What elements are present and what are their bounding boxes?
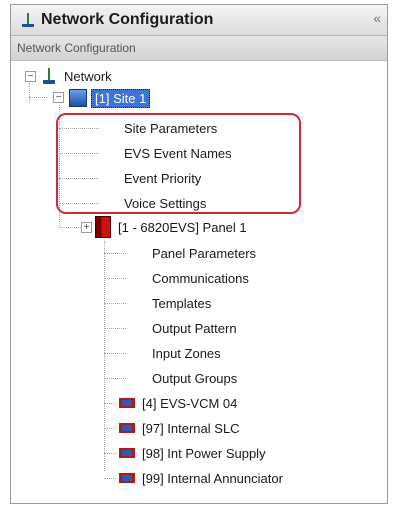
tree-node-label: [97] Internal SLC <box>142 420 240 436</box>
tree-item-evs-event-names[interactable]: EVS Event Names <box>121 142 235 164</box>
tree-connector <box>29 97 47 98</box>
tree-connector <box>59 178 99 179</box>
tree-node-label: [98] Int Power Supply <box>142 445 266 461</box>
tree-node-label: [1 - 6820EVS] Panel 1 <box>118 219 247 235</box>
title-bar: Network Configuration « <box>11 5 387 36</box>
tree-node-label: Panel Parameters <box>152 245 257 261</box>
tree-node-label: EVS Event Names <box>124 145 232 161</box>
network-configuration-window: Network Configuration « Network Configur… <box>10 4 388 504</box>
device-icon <box>119 445 135 461</box>
tab-label: Network Configuration <box>17 41 136 55</box>
tree-node-label: Communications <box>152 270 249 286</box>
tree-connector <box>104 353 126 354</box>
tree-connector <box>59 227 81 228</box>
tree-connector <box>59 128 99 129</box>
tree-connector <box>104 303 126 304</box>
tree-device-int-power-supply[interactable]: [98] Int Power Supply <box>119 442 269 464</box>
tree-device-internal-slc[interactable]: [97] Internal SLC <box>119 417 243 439</box>
tree-device-internal-annunciator[interactable]: [99] Internal Annunciator <box>119 467 286 489</box>
window-title: Network Configuration <box>41 11 214 28</box>
tree-connector <box>104 241 105 471</box>
tree-toggle[interactable]: + <box>81 222 92 233</box>
tree-item-event-priority[interactable]: Event Priority <box>121 167 204 189</box>
tree-item-output-pattern[interactable]: Output Pattern <box>149 317 240 339</box>
tree-toggle[interactable]: − <box>53 92 64 103</box>
tree-connector <box>59 203 99 204</box>
network-icon <box>21 13 35 27</box>
device-icon <box>119 395 135 411</box>
tree-connector <box>104 278 126 279</box>
tree-item-templates[interactable]: Templates <box>149 292 214 314</box>
tree-item-communications[interactable]: Communications <box>149 267 252 289</box>
tree-connector <box>104 453 116 454</box>
tree-node-label: [1] Site 1 <box>91 88 151 108</box>
tree-item-input-zones[interactable]: Input Zones <box>149 342 224 364</box>
tree-node-label: Network <box>64 68 112 84</box>
tree-connector <box>59 153 99 154</box>
tree-item-voice-settings[interactable]: Voice Settings <box>121 192 209 214</box>
tree-device-evs-vcm[interactable]: [4] EVS-VCM 04 <box>119 392 240 414</box>
panel-icon <box>95 216 111 238</box>
tree-node-label: Templates <box>152 295 212 311</box>
tree-connector <box>104 378 126 379</box>
tree-node-site[interactable]: [1] Site 1 <box>69 87 151 109</box>
network-tree: − Network − [1] Site 1 Site Parameters E… <box>11 61 387 501</box>
tree-connector <box>104 328 126 329</box>
tree-node-label: Output Pattern <box>152 320 237 336</box>
device-icon <box>119 420 135 436</box>
tab-network-configuration[interactable]: Network Configuration <box>11 36 387 61</box>
tree-node-label: Output Groups <box>152 370 238 386</box>
device-icon <box>119 470 135 486</box>
tree-toggle[interactable]: − <box>25 71 36 82</box>
network-icon <box>41 68 57 84</box>
collapse-panel-icon[interactable]: « <box>373 10 381 26</box>
tree-node-label: Voice Settings <box>124 195 207 211</box>
tree-node-network[interactable]: Network <box>41 65 115 87</box>
tree-connector <box>104 253 126 254</box>
site-icon <box>69 89 87 107</box>
tree-connector <box>104 478 116 479</box>
tree-connector <box>59 105 60 226</box>
tree-connector <box>104 428 116 429</box>
tree-connector <box>104 403 116 404</box>
tree-node-panel[interactable]: [1 - 6820EVS] Panel 1 <box>95 216 250 238</box>
tree-item-output-groups[interactable]: Output Groups <box>149 367 240 389</box>
tree-connector <box>29 83 30 103</box>
tree-node-label: [4] EVS-VCM 04 <box>142 395 238 411</box>
tree-node-label: [99] Internal Annunciator <box>142 470 283 486</box>
tree-node-label: Event Priority <box>124 170 202 186</box>
tree-node-label: Input Zones <box>152 345 221 361</box>
tree-item-panel-parameters[interactable]: Panel Parameters <box>149 242 259 264</box>
tree-item-site-parameters[interactable]: Site Parameters <box>121 117 220 139</box>
tree-node-label: Site Parameters <box>124 120 218 136</box>
